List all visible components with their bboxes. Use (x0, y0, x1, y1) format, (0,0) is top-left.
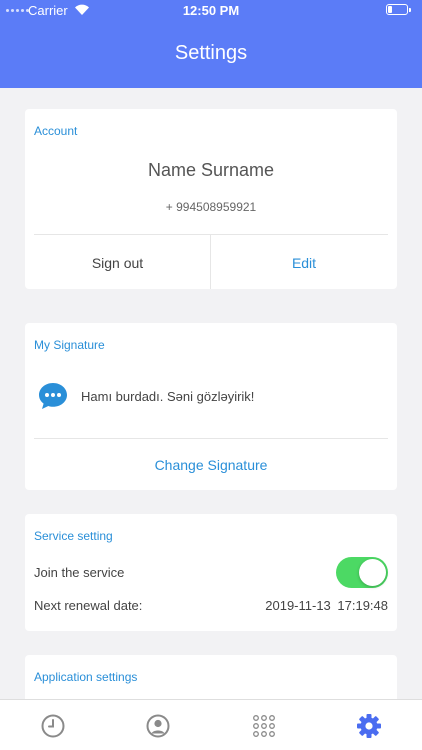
application-section-title: Application settings (34, 670, 138, 684)
service-card: Service setting Join the service Next re… (25, 514, 397, 631)
toggle-knob (359, 559, 386, 586)
join-service-label: Join the service (34, 565, 125, 580)
signature-section-title: My Signature (34, 338, 105, 352)
tab-contacts[interactable] (105, 700, 210, 750)
person-icon (146, 714, 169, 737)
service-section-title: Service setting (34, 529, 113, 543)
tab-dialpad[interactable] (211, 700, 316, 750)
renewal-date-label: Next renewal date: (34, 598, 143, 613)
account-section-title: Account (34, 124, 78, 138)
change-signature-button[interactable]: Change Signature (25, 457, 397, 473)
account-card: Account Name Surname + 994508959921 Sign… (25, 109, 397, 289)
edit-button[interactable]: Edit (211, 255, 397, 271)
account-phone: + 994508959921 (165, 200, 257, 214)
sign-out-button[interactable]: Sign out (25, 255, 210, 271)
signature-card: My Signature Hamı burdadı. Səni gözləyir… (25, 323, 397, 490)
tab-history[interactable] (0, 700, 105, 750)
gear-icon (356, 713, 381, 738)
renewal-date-value: 2019-11-13 17:19:48 (265, 598, 388, 613)
account-name: Name Surname (147, 160, 275, 180)
tab-settings[interactable] (316, 700, 421, 750)
chat-bubble-icon (39, 383, 67, 409)
page-title: Settings (174, 42, 248, 64)
status-time: 12:50 PM (182, 3, 240, 18)
tab-bar (0, 699, 422, 750)
join-service-toggle[interactable] (336, 557, 388, 588)
dialpad-icon (252, 714, 275, 737)
divider (34, 234, 388, 235)
clock-icon (41, 714, 64, 737)
battery-icon (386, 4, 411, 15)
status-bar: Carrier 12:50 PM (0, 0, 422, 22)
header-bar: Carrier 12:50 PM Settings (0, 0, 422, 88)
divider (34, 438, 388, 439)
signature-text: Hamı burdadı. Səni gözləyirik! (81, 389, 255, 404)
